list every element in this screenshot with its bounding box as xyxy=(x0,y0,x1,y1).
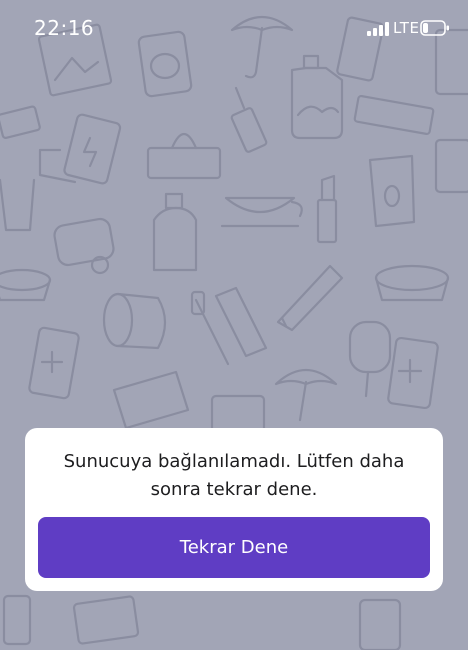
battery-doodle-icon xyxy=(28,326,80,400)
lipstick-icon xyxy=(316,174,338,244)
phone-charger-icon xyxy=(38,113,122,185)
box-bottom-icon xyxy=(72,595,140,645)
carrier-label: LTE xyxy=(393,19,420,37)
battery-doodle-icon-2 xyxy=(387,336,439,410)
nail-polish-icon xyxy=(230,86,268,153)
umbrella-icon-2 xyxy=(274,369,338,422)
lotion-tube-icon xyxy=(368,154,416,228)
towel-icon xyxy=(112,370,190,430)
bottle-bottom-icon xyxy=(2,594,32,646)
error-dialog: Sunucuya bağlanılamadı. Lütfen daha sonr… xyxy=(25,428,443,591)
wipes-pack-icon xyxy=(53,217,115,275)
can-icon xyxy=(210,394,266,434)
food-bowl-icon xyxy=(0,268,52,302)
bucket-icon xyxy=(0,178,36,232)
pet-food-bowl-icon xyxy=(374,264,450,302)
tissue-box-icon xyxy=(146,132,222,180)
cellular-signal-icon xyxy=(367,22,389,36)
status-bar: 22:16 LTE xyxy=(0,0,468,56)
bottle-icon xyxy=(434,138,468,194)
status-time: 22:16 xyxy=(34,16,95,40)
detergent-bottle-icon xyxy=(290,54,344,140)
hair-straightener-icon xyxy=(276,264,344,332)
cup-icon xyxy=(220,196,303,228)
chocolate-bar-icon xyxy=(353,94,435,136)
spray-bottle-icon xyxy=(152,192,198,272)
retry-button[interactable]: Tekrar Dene xyxy=(38,517,430,578)
ice-cream-icon xyxy=(348,320,392,398)
soap-bar-icon xyxy=(0,105,41,139)
toothbrush-icon xyxy=(190,290,230,366)
paper-towel-icon xyxy=(102,292,167,350)
bottle-bottom-icon-2 xyxy=(358,598,402,650)
battery-low-icon xyxy=(420,20,449,36)
toothpaste-icon xyxy=(214,286,268,358)
app-screen: 22:16 LTE Sunucuya bağlanılamadı. Lütfen… xyxy=(0,0,468,650)
error-message: Sunucuya bağlanılamadı. Lütfen daha sonr… xyxy=(63,451,405,500)
